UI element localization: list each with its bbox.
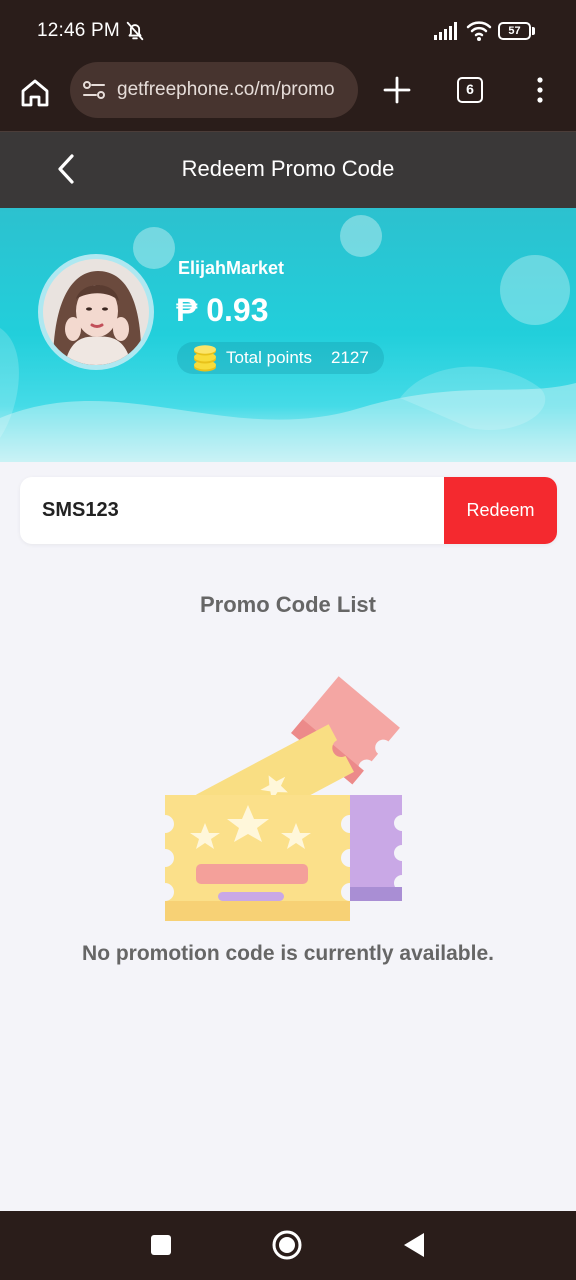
app-header: Redeem Promo Code (0, 132, 576, 208)
promo-code-input[interactable] (20, 477, 444, 544)
points-value: 2127 (331, 348, 369, 367)
site-settings-icon[interactable] (82, 79, 106, 101)
avatar-photo (43, 259, 149, 365)
promo-list-title: Promo Code List (199, 592, 376, 617)
system-nav-bar (0, 1211, 576, 1280)
signal-icon (434, 22, 457, 40)
bell-off-icon (126, 21, 144, 41)
points-badge: Total points 2127 (177, 342, 384, 374)
username: ElijahMarket (178, 258, 285, 278)
profile-banner: ElijahMarket ₱ 0.93 Total points 2127 (0, 208, 576, 462)
status-bar: 12:46 PM 57 (0, 0, 576, 62)
battery-icon: 57 (498, 22, 536, 40)
status-time: 12:46 PM (37, 20, 120, 41)
promo-code-form: Redeem (20, 477, 557, 544)
tabs-icon[interactable]: 6 (457, 77, 483, 103)
avatar[interactable] (38, 254, 154, 370)
wifi-icon (466, 21, 492, 41)
more-icon[interactable] (532, 76, 548, 104)
address-bar[interactable]: getfreephone.co/m/promo (70, 62, 358, 118)
empty-state-message: No promotion code is currently available… (82, 942, 494, 965)
home-nav-icon[interactable] (271, 1229, 303, 1261)
redeem-button[interactable]: Redeem (444, 477, 557, 544)
home-icon[interactable] (18, 76, 52, 110)
browser-toolbar: getfreephone.co/m/promo 6 (0, 62, 576, 132)
back-nav-icon[interactable] (402, 1232, 426, 1258)
plus-icon[interactable] (383, 76, 411, 104)
empty-tickets-illustration (165, 676, 402, 921)
battery-level: 57 (498, 22, 531, 40)
recents-icon[interactable] (150, 1234, 172, 1256)
balance: ₱ 0.93 (176, 292, 269, 328)
url-text[interactable]: getfreephone.co/m/promo (117, 79, 335, 101)
page-title: Redeem Promo Code (181, 156, 395, 181)
coins-icon (194, 345, 216, 372)
points-label: Total points (226, 348, 312, 367)
